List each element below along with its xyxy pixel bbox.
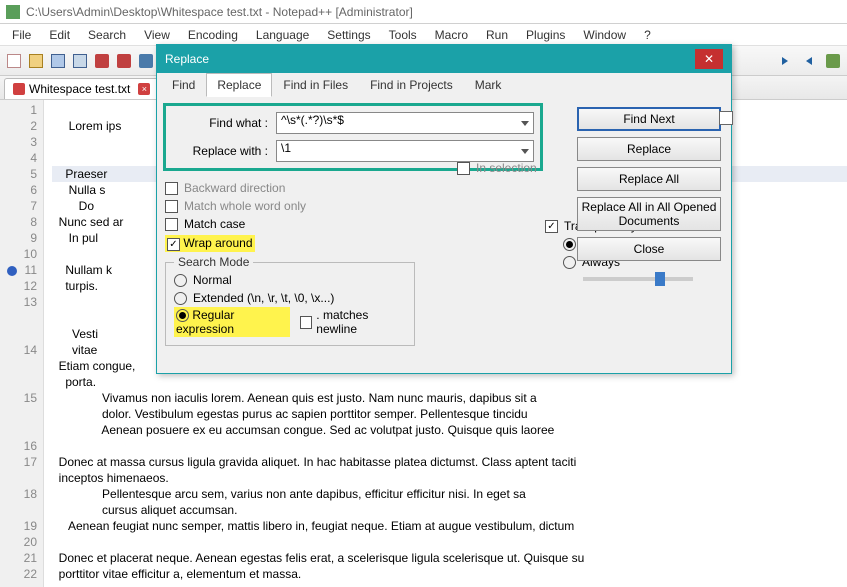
- toolbar-right: [775, 51, 843, 71]
- find-next-button[interactable]: Find Next: [577, 107, 721, 131]
- transparency-slider[interactable]: [583, 277, 693, 281]
- menu-window[interactable]: Window: [575, 26, 634, 44]
- dialog-titlebar[interactable]: Replace ✕: [157, 45, 731, 73]
- radio-icon: [563, 256, 576, 269]
- prev-button[interactable]: [775, 51, 795, 71]
- open-folder-icon: [29, 54, 43, 68]
- replace-with-label: Replace with :: [172, 144, 276, 158]
- slider-thumb-icon: [655, 272, 665, 286]
- menu-tools[interactable]: Tools: [381, 26, 425, 44]
- replace-all-button[interactable]: Replace All: [577, 167, 721, 191]
- tab-find[interactable]: Find: [161, 73, 206, 97]
- options: Backward direction Match whole word only…: [165, 179, 425, 254]
- dialog-close-button[interactable]: ✕: [695, 49, 723, 69]
- menu-language[interactable]: Language: [248, 26, 317, 44]
- menu-plugins[interactable]: Plugins: [518, 26, 573, 44]
- line-gutter: 123 456 789 1011 12 13 14 15 16 17 18 19…: [0, 100, 44, 587]
- mode-normal-radio[interactable]: Normal: [174, 271, 406, 289]
- print-button[interactable]: [136, 51, 156, 71]
- new-file-icon: [7, 54, 21, 68]
- checkbox-icon: [457, 162, 470, 175]
- menu-settings[interactable]: Settings: [319, 26, 378, 44]
- search-mode-title: Search Mode: [174, 255, 253, 269]
- checkbox-checked-icon: [167, 238, 180, 251]
- app-icon: [6, 5, 20, 19]
- save-all-button[interactable]: [70, 51, 90, 71]
- close-button[interactable]: Close: [577, 237, 721, 261]
- menu-view[interactable]: View: [136, 26, 178, 44]
- bookmark-icon: [7, 266, 17, 276]
- close-all-icon: [117, 54, 131, 68]
- checkbox-checked-icon: [545, 220, 558, 233]
- mode-regex-radio[interactable]: Regular expression: [174, 307, 290, 337]
- file-tab[interactable]: Whitespace test.txt ×: [4, 78, 159, 99]
- close-icon: ✕: [704, 52, 714, 66]
- close-file-button[interactable]: [92, 51, 112, 71]
- matches-newline-checkbox[interactable]: . matches newline: [300, 308, 406, 336]
- file-icon: [13, 83, 25, 95]
- find-what-label: Find what :: [172, 116, 276, 130]
- replace-button[interactable]: Replace: [577, 137, 721, 161]
- menu-search[interactable]: Search: [80, 26, 134, 44]
- checkbox-icon: [300, 316, 312, 329]
- radio-checked-icon: [563, 238, 576, 251]
- close-tab-icon[interactable]: ×: [138, 83, 150, 95]
- new-file-button[interactable]: [4, 51, 24, 71]
- checkbox-icon: [165, 182, 178, 195]
- close-all-button[interactable]: [114, 51, 134, 71]
- next-button[interactable]: [799, 51, 819, 71]
- radio-icon: [174, 292, 187, 305]
- menu-help[interactable]: ?: [636, 26, 659, 44]
- in-selection-checkbox[interactable]: In selection: [457, 161, 537, 175]
- tab-mark[interactable]: Mark: [464, 73, 513, 97]
- backward-checkbox[interactable]: Backward direction: [165, 179, 425, 197]
- save-all-icon: [73, 54, 87, 68]
- find-what-input[interactable]: ^\s*(.*?)\s*$: [276, 112, 534, 134]
- save-icon: [51, 54, 65, 68]
- menu-macro[interactable]: Macro: [427, 26, 476, 44]
- arrow-left-icon: [782, 57, 788, 65]
- replace-all-open-button[interactable]: Replace All in All Opened Documents: [577, 197, 721, 231]
- open-file-button[interactable]: [26, 51, 46, 71]
- dialog-buttons: Find Next Replace Replace All Replace Al…: [577, 107, 721, 261]
- arrow-right-icon: [806, 57, 812, 65]
- menu-file[interactable]: File: [4, 26, 39, 44]
- search-mode-group: Search Mode Normal Extended (\n, \r, \t,…: [165, 262, 415, 346]
- save-button[interactable]: [48, 51, 68, 71]
- window-title: C:\Users\Admin\Desktop\Whitespace test.t…: [26, 5, 413, 19]
- close-file-icon: [95, 54, 109, 68]
- menu-run[interactable]: Run: [478, 26, 516, 44]
- whole-word-checkbox[interactable]: Match whole word only: [165, 197, 425, 215]
- record-button[interactable]: [823, 51, 843, 71]
- radio-icon: [174, 274, 187, 287]
- replace-dialog: Replace ✕ Find Replace Find in Files Fin…: [156, 44, 732, 374]
- dialog-tabs: Find Replace Find in Files Find in Proje…: [157, 73, 731, 97]
- checkbox-icon: [165, 218, 178, 231]
- tab-replace[interactable]: Replace: [206, 73, 272, 97]
- dialog-body: Find what : ^\s*(.*?)\s*$ Replace with :…: [157, 97, 731, 373]
- dialog-title: Replace: [165, 52, 209, 66]
- wrap-around-checkbox[interactable]: Wrap around: [165, 233, 425, 254]
- tab-find-in-projects[interactable]: Find in Projects: [359, 73, 464, 97]
- find-next-wrap-checkbox[interactable]: [719, 111, 733, 125]
- record-icon: [826, 54, 840, 68]
- menubar: File Edit Search View Encoding Language …: [0, 24, 847, 46]
- file-tab-label: Whitespace test.txt: [29, 82, 130, 96]
- print-icon: [139, 54, 153, 68]
- menu-edit[interactable]: Edit: [41, 26, 78, 44]
- mode-extended-radio[interactable]: Extended (\n, \r, \t, \0, \x...): [174, 289, 406, 307]
- menu-encoding[interactable]: Encoding: [180, 26, 246, 44]
- replace-with-input[interactable]: \1: [276, 140, 534, 162]
- window-titlebar: C:\Users\Admin\Desktop\Whitespace test.t…: [0, 0, 847, 24]
- match-case-checkbox[interactable]: Match case: [165, 215, 425, 233]
- tab-find-in-files[interactable]: Find in Files: [272, 73, 359, 97]
- radio-checked-icon: [176, 309, 189, 322]
- checkbox-icon: [165, 200, 178, 213]
